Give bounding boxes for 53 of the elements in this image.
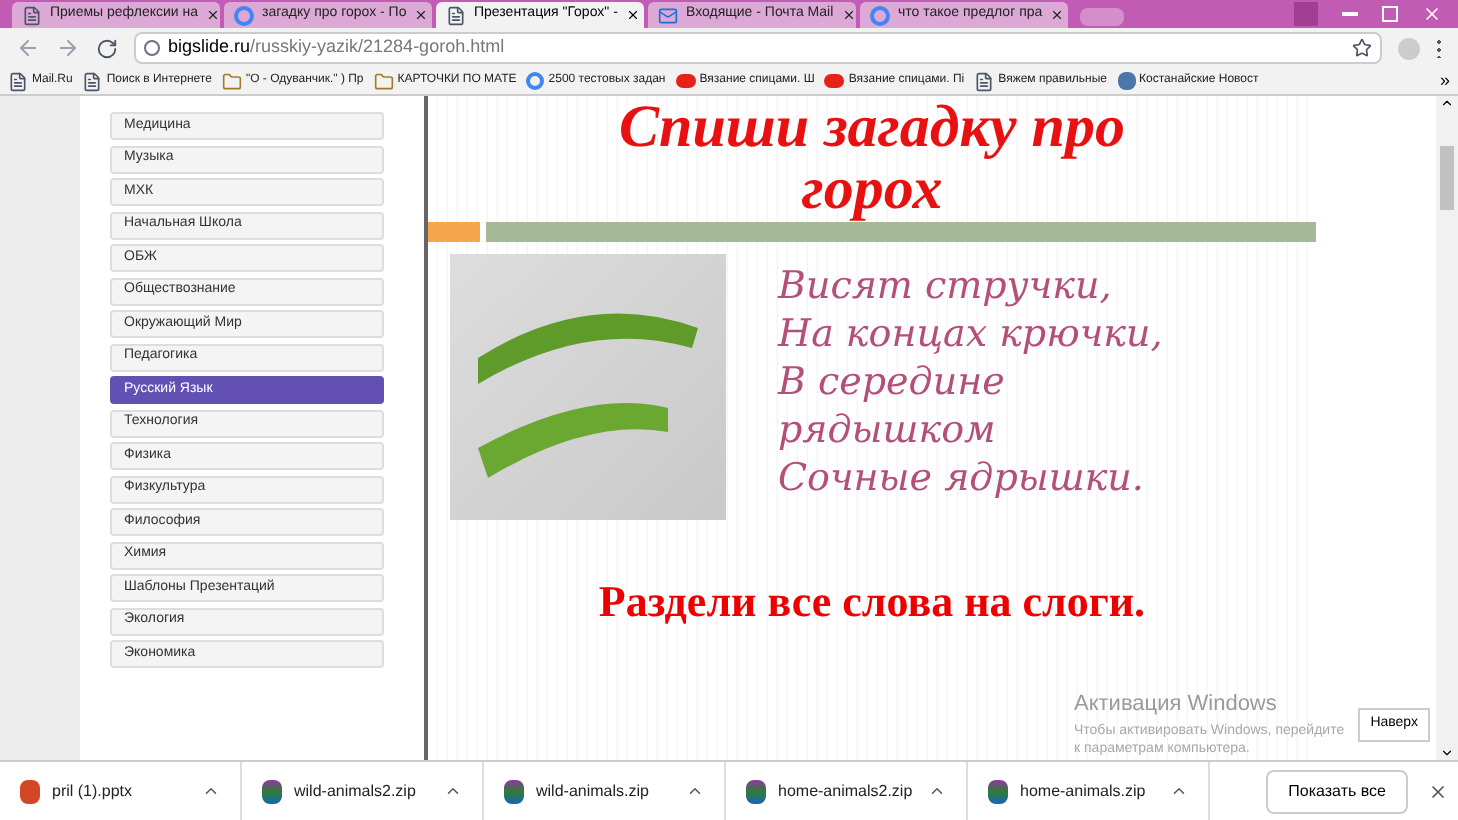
close-icon[interactable] bbox=[1428, 781, 1448, 801]
accent-bar bbox=[428, 222, 480, 242]
caret-icon[interactable] bbox=[928, 782, 946, 800]
download-item[interactable]: home-animals.zip bbox=[968, 762, 1210, 820]
video-icon bbox=[824, 74, 845, 88]
poem-line: Сочные ядрышки. bbox=[778, 454, 1146, 502]
page-icon bbox=[22, 5, 42, 25]
page-icon bbox=[974, 71, 995, 91]
activation-title: Активация Windows bbox=[1074, 690, 1279, 720]
download-item[interactable]: home-animals2.zip bbox=[726, 762, 968, 820]
archive-file-icon bbox=[262, 779, 282, 803]
page-icon bbox=[82, 71, 103, 91]
social-icon bbox=[1117, 72, 1136, 90]
page-icon bbox=[446, 5, 466, 25]
reload-icon[interactable] bbox=[96, 37, 118, 59]
address-field[interactable]: bigslide.ru/russkiy-yazik/21284-goroh.html bbox=[134, 32, 1382, 64]
presentation-file-icon bbox=[20, 779, 40, 803]
close-icon[interactable] bbox=[206, 8, 221, 22]
caret-icon[interactable] bbox=[686, 782, 704, 800]
download-item[interactable]: wild-animals.zip bbox=[484, 762, 726, 820]
page-icon bbox=[8, 71, 28, 91]
archive-file-icon bbox=[504, 779, 524, 803]
close-icon[interactable] bbox=[414, 8, 429, 22]
scrollbar[interactable] bbox=[1436, 96, 1458, 760]
show-all-button[interactable]: Показать все bbox=[1266, 769, 1408, 813]
folder-icon bbox=[221, 71, 242, 91]
caret-icon[interactable] bbox=[1170, 782, 1188, 800]
scrollbar-thumb[interactable] bbox=[1440, 146, 1454, 210]
poem-line: На концах крючки, bbox=[778, 310, 1163, 358]
mail-icon bbox=[658, 5, 678, 25]
archive-file-icon bbox=[988, 779, 1008, 803]
caret-icon[interactable] bbox=[444, 782, 462, 800]
download-item[interactable]: wild-animals2.zip bbox=[242, 762, 484, 820]
poem-line: Висят стручки, bbox=[778, 262, 1114, 310]
poem-line: В середине bbox=[778, 358, 1007, 406]
info-icon[interactable] bbox=[144, 40, 160, 56]
menu-icon[interactable] bbox=[1436, 38, 1442, 58]
download-item[interactable]: pril (1).pptx bbox=[0, 762, 242, 820]
folder-icon bbox=[373, 71, 394, 91]
close-icon[interactable] bbox=[625, 8, 640, 22]
star-icon[interactable] bbox=[1352, 38, 1372, 58]
slide-title: Спиши загадку про горох bbox=[617, 96, 1127, 220]
restore-icon[interactable] bbox=[1382, 6, 1398, 22]
task-text: Раздели все слова на слоги. bbox=[598, 574, 1146, 630]
caret-icon[interactable] bbox=[202, 782, 220, 800]
close-icon[interactable] bbox=[1050, 8, 1065, 22]
poem-line: рядышком bbox=[778, 406, 998, 454]
scroll-down-icon[interactable] bbox=[1440, 746, 1454, 760]
archive-file-icon bbox=[746, 779, 766, 803]
close-icon[interactable] bbox=[841, 8, 856, 22]
video-icon bbox=[675, 74, 696, 88]
scroll-up-icon[interactable] bbox=[1440, 96, 1454, 110]
more-bookmarks[interactable]: » bbox=[1439, 67, 1450, 95]
